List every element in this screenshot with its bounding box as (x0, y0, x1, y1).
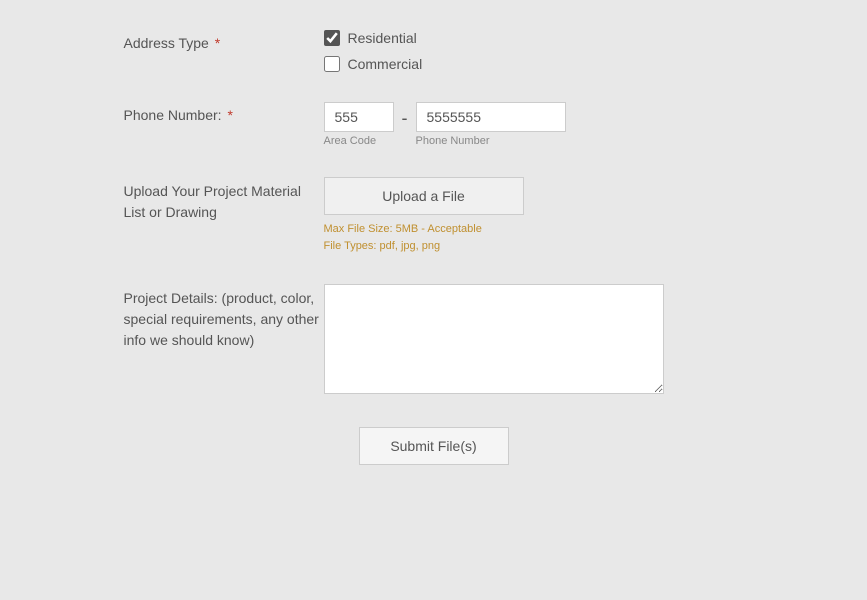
project-details-textarea[interactable] (324, 284, 664, 394)
phone-number-row: Phone Number: * Area Code - Phone Number (124, 102, 744, 147)
phone-number-control: Area Code - Phone Number (324, 102, 744, 147)
required-indicator: * (211, 35, 220, 51)
phone-number-input[interactable] (416, 102, 566, 132)
upload-label: Upload Your Project Material List or Dra… (124, 177, 324, 223)
address-type-control: Residential Commercial (324, 30, 744, 72)
upload-info: Max File Size: 5MB - Acceptable File Typ… (324, 221, 524, 254)
upload-button[interactable]: Upload a File (324, 177, 524, 215)
upload-row: Upload Your Project Material List or Dra… (124, 177, 744, 254)
area-code-group: Area Code (324, 102, 394, 147)
project-details-label: Project Details: (product, color, specia… (124, 284, 324, 351)
project-details-row: Project Details: (product, color, specia… (124, 284, 744, 397)
address-type-row: Address Type * Residential Commercial (124, 30, 744, 72)
project-details-control (324, 284, 744, 397)
commercial-label: Commercial (348, 56, 423, 72)
phone-dash: - (402, 102, 408, 129)
residential-checkbox[interactable] (324, 30, 340, 46)
address-type-checkboxes: Residential Commercial (324, 30, 744, 72)
phone-group: Area Code - Phone Number (324, 102, 744, 147)
address-type-label: Address Type * (124, 30, 324, 54)
area-code-sublabel: Area Code (324, 135, 394, 147)
submit-button[interactable]: Submit File(s) (359, 427, 509, 465)
commercial-checkbox-label[interactable]: Commercial (324, 56, 744, 72)
phone-number-sublabel: Phone Number (416, 135, 566, 147)
submit-row: Submit File(s) (124, 427, 744, 465)
form-container: Address Type * Residential Commercial Ph… (84, 0, 784, 495)
commercial-checkbox[interactable] (324, 56, 340, 72)
residential-label: Residential (348, 30, 417, 46)
phone-number-group: Phone Number (416, 102, 566, 147)
residential-checkbox-label[interactable]: Residential (324, 30, 744, 46)
area-code-input[interactable] (324, 102, 394, 132)
upload-control: Upload a File Max File Size: 5MB - Accep… (324, 177, 744, 254)
required-indicator-phone: * (224, 107, 233, 123)
phone-number-label: Phone Number: * (124, 102, 324, 126)
